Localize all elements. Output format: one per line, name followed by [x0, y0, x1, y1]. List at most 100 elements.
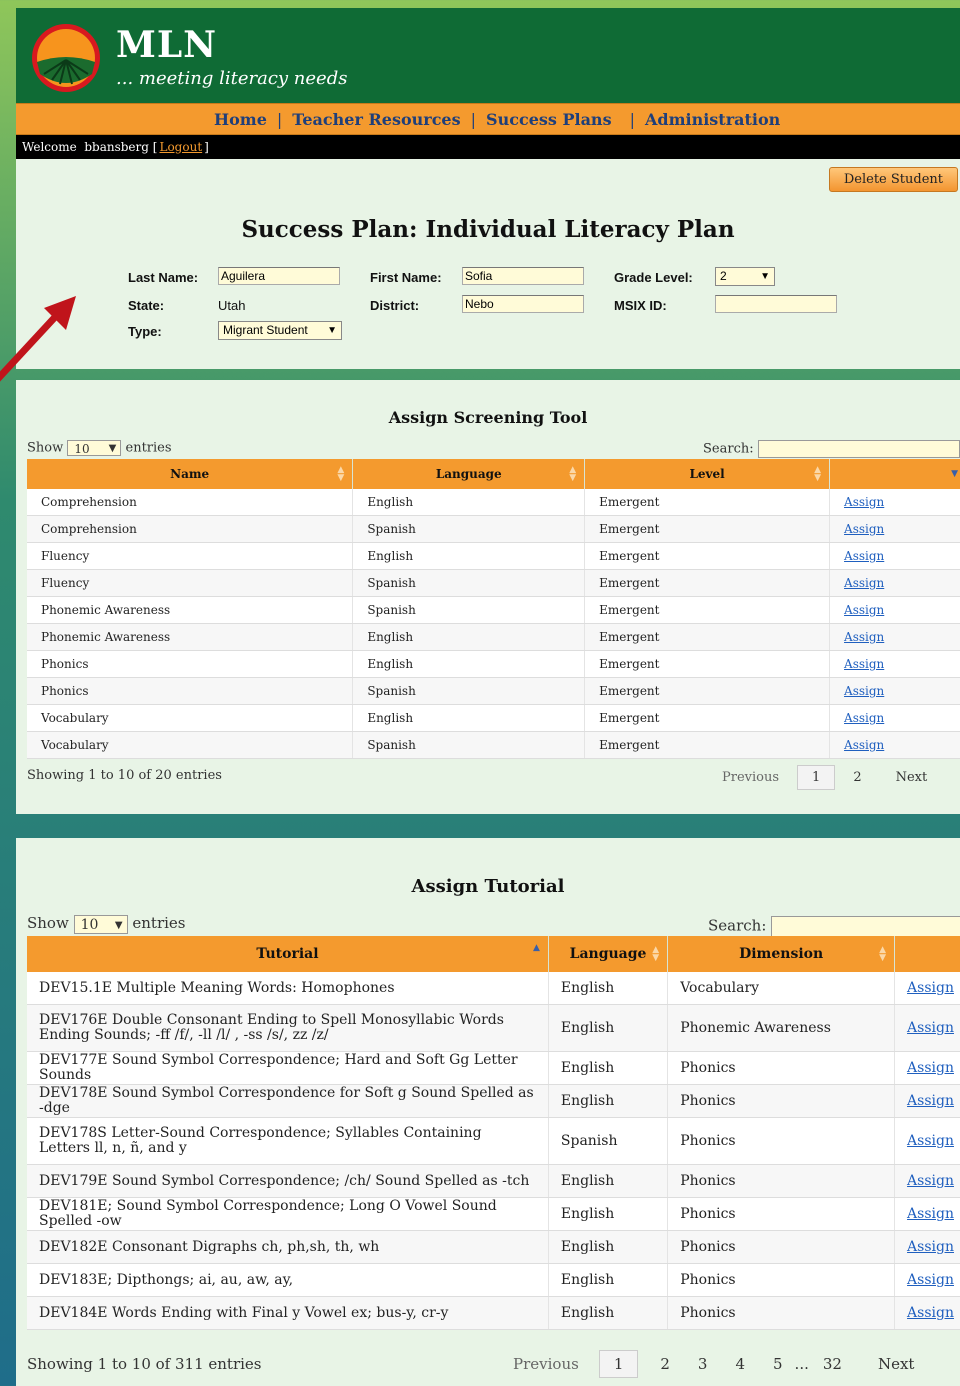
chevron-down-icon: ▼ — [760, 271, 770, 282]
logout-link[interactable]: Logout — [159, 140, 202, 154]
table-row: DEV183E; Dipthongs; ai, au, aw, ay, Engli… — [27, 1263, 960, 1297]
column-language[interactable]: Language ▲ ▼ — [548, 936, 669, 972]
page-2-button[interactable]: 2 — [853, 770, 861, 785]
language-cell: English — [352, 542, 586, 570]
first-name-label: First Name: — [370, 270, 442, 285]
language-cell: English — [548, 1051, 669, 1085]
column-name[interactable]: Name ▲ ▼ — [27, 459, 354, 489]
site-header: MLN ... meeting literacy needs — [16, 8, 960, 103]
page-5-button[interactable]: 5 — [773, 1355, 783, 1373]
assign-cell: Assign — [829, 596, 960, 624]
assign-link[interactable]: Assign — [907, 1133, 954, 1149]
name-cell: Comprehension — [27, 515, 354, 543]
assign-cell: Assign — [894, 1084, 960, 1118]
column-action[interactable]: ▼ — [829, 459, 960, 489]
nav-administration[interactable]: Administration — [645, 110, 780, 129]
level-cell: Vocabulary — [667, 972, 896, 1005]
next-button[interactable]: Next — [896, 770, 928, 785]
assign-link[interactable]: Assign — [907, 1206, 954, 1222]
column-action[interactable] — [894, 936, 960, 972]
column-label: Tutorial — [256, 946, 319, 962]
table-row: Phonemic Awareness Spanish Emergent Assign — [27, 596, 960, 624]
sort-icon: ▲ ▼ — [337, 465, 345, 483]
assign-link[interactable]: Assign — [844, 711, 884, 725]
name-cell: Phonics — [27, 650, 354, 678]
tutorial-table: Tutorial ▲ Language ▲ ▼ Dimension ▲ ▼ DEV15.1… — [27, 936, 960, 1330]
name-cell: Phonics — [27, 677, 354, 705]
assign-cell: Assign — [829, 489, 960, 516]
page-2-button[interactable]: 2 — [660, 1355, 670, 1373]
page-32-button[interactable]: 32 — [823, 1355, 842, 1373]
msix-id-input[interactable] — [715, 295, 837, 313]
screening-rows: Comprehension English Emergent Assign Compre… — [27, 489, 960, 759]
screening-length-select[interactable]: 10 ▼ — [67, 440, 122, 456]
language-cell: Spanish — [352, 731, 586, 759]
name-cell: Fluency — [27, 542, 354, 570]
assign-link[interactable]: Assign — [844, 684, 884, 698]
assign-link[interactable]: Assign — [907, 1093, 954, 1109]
assign-link[interactable]: Assign — [844, 657, 884, 671]
grade-level-select[interactable]: 2 ▼ — [715, 267, 775, 286]
delete-student-button[interactable]: Delete Student — [828, 167, 958, 192]
welcome-text: Welcome bbansberg — [22, 140, 149, 154]
screening-search-input[interactable] — [757, 440, 960, 458]
main-nav: Home | Teacher Resources | Success Plans… — [16, 103, 960, 135]
column-language[interactable]: Language ▲ ▼ — [352, 459, 586, 489]
last-name-input[interactable]: Aguilera — [218, 267, 340, 285]
nav-teacher-resources[interactable]: Teacher Resources — [292, 110, 460, 129]
assign-cell: Assign — [829, 650, 960, 678]
name-cell: DEV181E; Sound Symbol Correspondence; Lo… — [27, 1197, 549, 1231]
assign-link[interactable]: Assign — [844, 522, 884, 536]
first-name-input[interactable]: Sofia — [462, 267, 584, 285]
assign-link[interactable]: Assign — [844, 603, 884, 617]
assign-cell: Assign — [829, 731, 960, 759]
previous-button[interactable]: Previous — [513, 1355, 579, 1373]
assign-link[interactable]: Assign — [844, 576, 884, 590]
language-cell: English — [548, 1164, 669, 1198]
screening-title: Assign Screening Tool — [388, 408, 588, 427]
length-value: 10 — [80, 916, 99, 933]
sort-icon: ▲ ▼ — [814, 465, 822, 483]
district-input[interactable]: Nebo — [462, 295, 584, 313]
language-cell: English — [548, 1230, 669, 1264]
level-cell: Phonics — [667, 1197, 896, 1231]
previous-button[interactable]: Previous — [722, 770, 779, 785]
level-cell: Emergent — [584, 515, 831, 543]
assign-link[interactable]: Assign — [907, 1020, 954, 1036]
assign-link[interactable]: Assign — [907, 980, 954, 996]
tutorial-search-input[interactable] — [771, 916, 960, 937]
name-cell: Phonemic Awareness — [27, 596, 354, 624]
page-1-button[interactable]: 1 — [797, 765, 836, 790]
tutorial-panel: Assign Tutorial Show 10 ▼ entries Search:… — [16, 838, 960, 1386]
column-level[interactable]: Level ▲ ▼ — [584, 459, 831, 489]
level-cell: Phonics — [667, 1164, 896, 1198]
language-cell: English — [548, 972, 669, 1005]
nav-success-plans[interactable]: Success Plans — [486, 110, 612, 129]
assign-link[interactable]: Assign — [844, 630, 884, 644]
tutorial-pager: Previous 1 2 3 4 5 ... 32 Next — [513, 1350, 914, 1378]
column-dimension[interactable]: Dimension ▲ ▼ — [667, 936, 896, 972]
assign-link[interactable]: Assign — [844, 549, 884, 563]
page-3-button[interactable]: 3 — [698, 1355, 708, 1373]
column-tutorial[interactable]: Tutorial ▲ — [27, 936, 549, 972]
page-4-button[interactable]: 4 — [735, 1355, 745, 1373]
tutorial-length-select[interactable]: 10 ▼ — [73, 914, 128, 934]
assign-link[interactable]: Assign — [907, 1272, 954, 1288]
red-arrow-icon — [0, 296, 76, 382]
page-1-button[interactable]: 1 — [598, 1350, 639, 1378]
assign-link[interactable]: Assign — [907, 1173, 954, 1189]
assign-cell: Assign — [894, 1004, 960, 1052]
assign-link[interactable]: Assign — [907, 1060, 954, 1076]
table-row: Phonics English Emergent Assign — [27, 650, 960, 678]
type-select[interactable]: Migrant Student ▼ — [218, 321, 342, 340]
next-button[interactable]: Next — [878, 1355, 915, 1373]
table-row: DEV179E Sound Symbol Correspondence; /ch… — [27, 1164, 960, 1198]
language-cell: English — [352, 704, 586, 732]
assign-link[interactable]: Assign — [907, 1305, 954, 1321]
last-name-label: Last Name: — [128, 270, 199, 285]
nav-home[interactable]: Home — [214, 110, 267, 129]
assign-link[interactable]: Assign — [844, 495, 884, 509]
level-cell: Emergent — [584, 623, 831, 651]
assign-link[interactable]: Assign — [844, 738, 884, 752]
assign-link[interactable]: Assign — [907, 1239, 954, 1255]
